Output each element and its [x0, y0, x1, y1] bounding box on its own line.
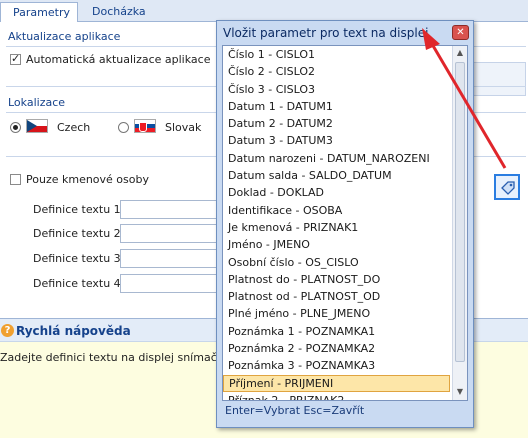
list-item[interactable]: Identifikace - OSOBA: [223, 202, 450, 219]
list-item[interactable]: Doklad - DOKLAD: [223, 184, 450, 201]
czech-label: Czech: [57, 121, 91, 134]
dialog-title: Vložit parametr pro text na displej: [223, 26, 429, 40]
tag-icon: [501, 181, 515, 195]
main-persons-checkbox[interactable]: [10, 174, 21, 185]
tab-parametry[interactable]: Parametry: [0, 2, 78, 22]
list-item[interactable]: Plné jméno - PLNE_JMENO: [223, 305, 450, 322]
help-title: Rychlá nápověda: [16, 324, 131, 338]
text-definition-3-input[interactable]: [120, 249, 230, 268]
list-item[interactable]: Příjmení - PRIJMENI: [223, 374, 450, 392]
list-item[interactable]: Číslo 2 - CISLO2: [223, 63, 450, 80]
radio-slovak[interactable]: [118, 122, 129, 133]
text-definition-label: Definice textu 4: [33, 277, 121, 290]
tab-dochazka[interactable]: Docházka: [80, 2, 160, 22]
parameter-list[interactable]: Číslo 1 - CISLO1 Číslo 2 - CISLO2 Číslo 3 …: [222, 45, 468, 401]
scrollbar[interactable]: ▲ ▼: [452, 46, 467, 400]
auto-update-label: Automatická aktualizace aplikace: [26, 53, 211, 66]
parameter-items: Číslo 1 - CISLO1 Číslo 2 - CISLO2 Číslo 3 …: [223, 46, 467, 400]
text-definition-label: Definice textu 3: [33, 252, 121, 265]
list-item[interactable]: Datum salda - SALDO_DATUM: [223, 167, 450, 184]
auto-update-checkbox[interactable]: [10, 52, 21, 65]
list-item[interactable]: Poznámka 1 - POZNAMKA1: [223, 323, 450, 340]
insert-parameter-button[interactable]: [494, 174, 520, 200]
text-definition-2-input[interactable]: [120, 224, 230, 243]
insert-parameter-dialog: Vložit parametr pro text na displej ✕ Čí…: [216, 20, 474, 428]
list-item[interactable]: Osobní číslo - OS_CISLO: [223, 254, 450, 271]
list-item[interactable]: Číslo 1 - CISLO1: [223, 46, 450, 63]
radio-czech[interactable]: [10, 122, 21, 133]
slovak-flag-icon: [134, 119, 156, 133]
close-icon[interactable]: ✕: [452, 25, 469, 40]
list-item[interactable]: Je kmenová - PRIZNAK1: [223, 219, 450, 236]
localization-group-title: Lokalizace: [8, 96, 66, 109]
list-item[interactable]: Datum 2 - DATUM2: [223, 115, 450, 132]
list-item[interactable]: Příznak 2 - PRIZNAK2: [223, 392, 450, 400]
list-item[interactable]: Poznámka 2 - POZNAMKA2: [223, 340, 450, 357]
slovak-label: Slovak: [165, 121, 202, 134]
list-item[interactable]: Číslo 3 - CISLO3: [223, 81, 450, 98]
list-item[interactable]: Platnost do - PLATNOST_DO: [223, 271, 450, 288]
list-item[interactable]: Datum narozeni - DATUM_NAROZENI: [223, 150, 450, 167]
scroll-down-icon[interactable]: ▼: [455, 387, 465, 397]
main-persons-label: Pouze kmenové osoby: [26, 173, 149, 186]
help-icon: ?: [1, 324, 14, 337]
scroll-thumb[interactable]: [455, 62, 465, 362]
list-item[interactable]: Jméno - JMENO: [223, 236, 450, 253]
list-item[interactable]: Poznámka 3 - POZNAMKA3: [223, 357, 450, 374]
list-item[interactable]: Datum 1 - DATUM1: [223, 98, 450, 115]
tab-bar: Parametry Docházka: [0, 0, 528, 22]
updates-group-title: Aktualizace aplikace: [8, 30, 121, 43]
text-definition-label: Definice textu 2: [33, 227, 121, 240]
dialog-footer-hint: Enter=Vybrat Esc=Zavřít: [225, 404, 365, 417]
text-definition-1-input[interactable]: [120, 200, 230, 219]
list-item[interactable]: Platnost od - PLATNOST_OD: [223, 288, 450, 305]
list-item[interactable]: Datum 3 - DATUM3: [223, 132, 450, 149]
scroll-up-icon[interactable]: ▲: [455, 48, 465, 58]
text-definition-4-input[interactable]: [120, 274, 230, 293]
czech-flag-icon: [26, 119, 48, 133]
text-definition-label: Definice textu 1: [33, 203, 121, 216]
update-settings-field[interactable]: [470, 62, 526, 96]
